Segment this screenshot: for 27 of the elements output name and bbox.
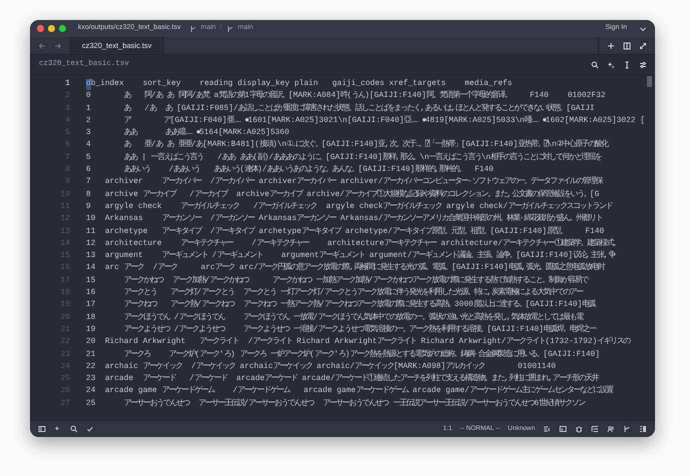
search-icon[interactable] bbox=[591, 60, 599, 68]
close-button[interactable] bbox=[37, 25, 44, 32]
text-cursor-icon[interactable] bbox=[623, 60, 631, 68]
outline-icon[interactable] bbox=[591, 425, 599, 433]
chevron-down-icon[interactable] bbox=[639, 24, 647, 32]
split-view-icon[interactable] bbox=[623, 42, 631, 50]
branch-icon bbox=[188, 24, 197, 32]
panel-toggle-icon[interactable] bbox=[639, 425, 647, 433]
terminal-icon[interactable] bbox=[559, 425, 567, 433]
minimize-button[interactable] bbox=[48, 25, 55, 32]
search-icon[interactable] bbox=[70, 425, 78, 433]
back-arrow-icon[interactable] bbox=[38, 42, 46, 50]
sparkle-icon[interactable] bbox=[54, 425, 62, 433]
bug-icon[interactable] bbox=[575, 425, 583, 433]
plus-icon[interactable] bbox=[607, 42, 615, 50]
scrollbar-thumb[interactable] bbox=[647, 76, 652, 87]
maximize-button[interactable] bbox=[59, 25, 66, 32]
expand-icon[interactable] bbox=[639, 42, 647, 50]
users-icon[interactable] bbox=[607, 425, 615, 433]
check-icon[interactable] bbox=[86, 425, 94, 433]
branch-icon[interactable] bbox=[623, 425, 631, 433]
forward-arrow-icon[interactable] bbox=[54, 42, 62, 50]
sidebar-toggle-icon[interactable] bbox=[38, 425, 46, 433]
format-icon[interactable] bbox=[543, 425, 551, 433]
sliders-icon[interactable] bbox=[639, 60, 647, 68]
sparkle-icon[interactable] bbox=[607, 60, 615, 68]
branch-icon bbox=[226, 24, 234, 32]
